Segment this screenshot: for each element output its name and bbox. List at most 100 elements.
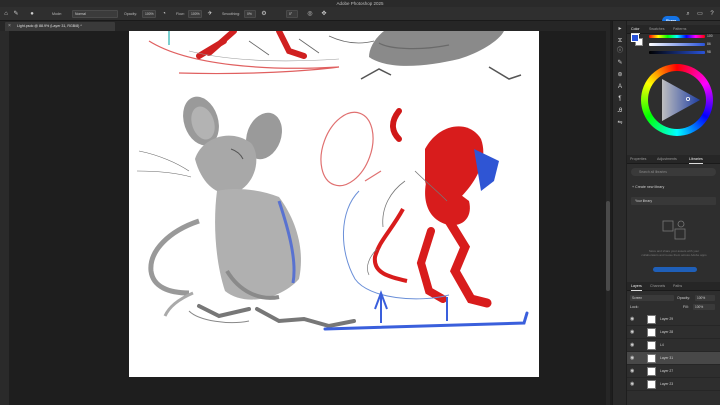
- history-icon[interactable]: ⧖: [616, 37, 624, 45]
- brush-preset-icon[interactable]: ●: [28, 10, 36, 18]
- layer-row[interactable]: ◉ Layer 23: [627, 378, 720, 391]
- pressure-size-icon[interactable]: ◎: [306, 10, 314, 18]
- document-canvas[interactable]: [129, 31, 539, 377]
- title-bar: Adobe Photoshop 2025: [0, 0, 720, 7]
- layer-name: Layer 27: [660, 369, 674, 373]
- color-wheel-center: [648, 71, 706, 129]
- glyphs-icon[interactable]: Ꭿ: [616, 107, 624, 115]
- close-icon[interactable]: ×: [8, 22, 11, 31]
- eye-icon[interactable]: ◉: [630, 342, 634, 348]
- tab-paths[interactable]: Paths: [673, 282, 682, 291]
- layer-name: Layer 31: [660, 356, 674, 360]
- saturation-value[interactable]: 86: [707, 42, 717, 47]
- tab-channels[interactable]: Channels: [650, 282, 665, 291]
- opacity-label: Opacity:: [124, 12, 138, 16]
- create-library-button[interactable]: + Create new library: [627, 185, 720, 189]
- hue-slider[interactable]: [649, 35, 705, 38]
- eye-icon[interactable]: ◉: [630, 355, 634, 361]
- brightness-slider[interactable]: [649, 51, 705, 54]
- library-empty-icon: [662, 220, 686, 240]
- options-bar: ⌂ ✎ ● Mode: Normal Opacity: 100% ◔ Flow:…: [0, 7, 720, 26]
- eye-icon[interactable]: ◉: [630, 316, 634, 322]
- layer-opacity-label: Opacity:: [677, 296, 691, 300]
- blend-mode-select[interactable]: Screen: [630, 295, 674, 301]
- fill-field[interactable]: 100%: [693, 304, 715, 310]
- create-library-label: Create new library: [635, 185, 665, 189]
- mode-label: Mode:: [52, 12, 62, 16]
- eye-icon[interactable]: ◉: [630, 329, 634, 335]
- layer-row[interactable]: ◉ L4: [627, 339, 720, 352]
- tab-libraries[interactable]: Libraries: [689, 155, 703, 164]
- brightness-value[interactable]: 98: [707, 50, 717, 55]
- workspace-icon[interactable]: ▭: [696, 10, 704, 18]
- pressure-opacity-icon[interactable]: ◔: [160, 10, 168, 18]
- library-search-input[interactable]: Search all libraries: [631, 168, 716, 176]
- layer-thumbnail: [647, 315, 656, 324]
- paragraph-icon[interactable]: ¶: [616, 95, 624, 103]
- layer-row[interactable]: ◉ Layer 28: [627, 326, 720, 339]
- tab-swatches[interactable]: Swatches: [649, 25, 665, 34]
- smoothing-settings-icon[interactable]: ⚙: [260, 10, 268, 18]
- scrollbar-thumb[interactable]: [606, 201, 610, 291]
- document-tab-bar: × Light.psdc @ 88.9% (Layer 31, RGB/8) *: [0, 21, 610, 31]
- character-icon[interactable]: A: [616, 83, 624, 91]
- layer-name: Layer 23: [660, 382, 674, 386]
- tab-layers[interactable]: Layers: [631, 282, 642, 291]
- airbrush-icon[interactable]: ✈: [206, 10, 214, 18]
- layer-thumbnail: [647, 341, 656, 350]
- library-empty-text: Store and share your assets with your co…: [641, 249, 707, 257]
- tab-properties[interactable]: Properties: [630, 155, 646, 164]
- tools-panel: [0, 31, 9, 405]
- flow-label: Flow:: [176, 12, 185, 16]
- color-triangle[interactable]: [648, 71, 706, 129]
- layer-thumbnail: [647, 354, 656, 363]
- layers-panel-tabs: Layers Channels Paths: [627, 282, 720, 291]
- color-panel-tabs: Color Swatches Patterns: [627, 25, 720, 34]
- smoothing-field[interactable]: 0%: [244, 10, 256, 18]
- foreground-color-swatch[interactable]: [631, 34, 639, 42]
- brush-tool-icon[interactable]: ✎: [12, 10, 20, 18]
- document-tab-label: Light.psdc @ 88.9% (Layer 31, RGB/8) *: [17, 24, 82, 28]
- layer-name: Layer 29: [660, 317, 674, 321]
- layer-row-selected[interactable]: ◉ Layer 31: [627, 352, 720, 365]
- opacity-field[interactable]: 100%: [142, 10, 156, 18]
- color-wheel[interactable]: [641, 64, 713, 136]
- tab-color[interactable]: Color: [631, 25, 640, 34]
- smoothing-label: Smoothing:: [222, 12, 241, 16]
- fill-label: Fill:: [683, 305, 689, 309]
- libraries-panel-tabs: Properties Adjustments Libraries: [627, 155, 720, 164]
- tab-patterns[interactable]: Patterns: [673, 25, 686, 34]
- tool-presets-icon[interactable]: ⊛: [616, 71, 624, 79]
- saturation-slider[interactable]: [649, 43, 705, 46]
- document-tab[interactable]: × Light.psdc @ 88.9% (Layer 31, RGB/8) *: [5, 22, 115, 31]
- adjust-icon[interactable]: ⇋: [616, 119, 624, 127]
- layer-thumbnail: [647, 380, 656, 389]
- angle-field[interactable]: 0°: [286, 10, 298, 18]
- sketch-artwork: [136, 31, 529, 331]
- layer-row[interactable]: ◉ Layer 29: [627, 313, 720, 326]
- tab-adjustments[interactable]: Adjustments: [657, 155, 677, 164]
- layer-thumbnail: [647, 328, 656, 337]
- layer-name: Layer 28: [660, 330, 674, 334]
- right-panel: Color Swatches Patterns 100 86 98 Proper…: [627, 21, 720, 405]
- lock-label: Lock:: [630, 305, 639, 309]
- layer-opacity-field[interactable]: 100%: [695, 295, 715, 301]
- eye-icon[interactable]: ◉: [630, 381, 634, 387]
- info-icon[interactable]: ⓘ: [616, 47, 624, 55]
- help-icon[interactable]: ?: [708, 10, 716, 18]
- play-icon[interactable]: ▸: [616, 25, 624, 33]
- flow-field[interactable]: 100%: [188, 10, 202, 18]
- your-library-dropdown[interactable]: Your library: [631, 197, 716, 205]
- library-action-button[interactable]: [653, 267, 697, 272]
- mode-select[interactable]: Normal: [72, 10, 118, 18]
- hue-value[interactable]: 100: [707, 34, 717, 39]
- search-icon[interactable]: ⌕: [684, 10, 692, 18]
- symmetry-icon[interactable]: ✥: [320, 10, 328, 18]
- canvas-scrollbar[interactable]: [606, 31, 610, 405]
- home-icon[interactable]: ⌂: [2, 10, 10, 18]
- brush-settings-icon[interactable]: ✎: [616, 59, 624, 67]
- panel-icon-strip: ▸ ⧖ ⓘ ✎ ⊛ A ¶ Ꭿ ⇋: [612, 21, 626, 405]
- layer-row[interactable]: ◉ Layer 27: [627, 365, 720, 378]
- app-title: Adobe Photoshop 2025: [336, 1, 384, 6]
- eye-icon[interactable]: ◉: [630, 368, 634, 374]
